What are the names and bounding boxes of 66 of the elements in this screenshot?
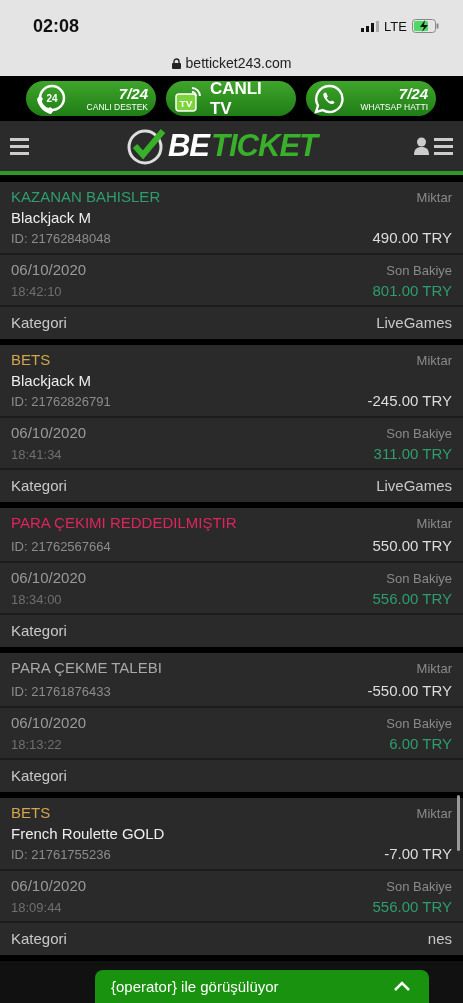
amount-value: -7.00 TRY bbox=[384, 845, 452, 862]
transaction-type: BETS bbox=[11, 351, 51, 368]
network-label: LTE bbox=[384, 18, 407, 34]
menu-icon[interactable] bbox=[434, 137, 453, 155]
transaction-date: 06/10/2020 bbox=[11, 714, 87, 731]
amount-label: Miktar bbox=[416, 661, 452, 676]
game-name: French Roulette GOLD bbox=[11, 825, 166, 842]
category-value: nes bbox=[427, 930, 452, 947]
balance-label: Son Bakiye bbox=[386, 716, 452, 731]
balance-value: 6.00 TRY bbox=[389, 735, 452, 752]
game-name: Blackjack M bbox=[11, 209, 93, 226]
url-text[interactable]: betticket243.com bbox=[185, 55, 292, 71]
balance-value: 556.00 TRY bbox=[372, 898, 452, 915]
balance-label: Son Bakiye bbox=[386, 571, 452, 586]
amount-value: -245.00 TRY bbox=[367, 392, 452, 409]
transaction-time: 18:42:10 bbox=[11, 284, 62, 299]
category-label: Kategori bbox=[11, 477, 67, 494]
balance-value: 801.00 TRY bbox=[372, 282, 452, 299]
lock-icon bbox=[171, 57, 181, 69]
transaction-time: 18:09:44 bbox=[11, 900, 62, 915]
transaction-type: BETS bbox=[11, 804, 51, 821]
transaction-id: ID: 21761876433 bbox=[11, 684, 111, 699]
transaction-date: 06/10/2020 bbox=[11, 877, 87, 894]
clock-time: 02:08 bbox=[33, 15, 81, 37]
game-name: Blackjack M bbox=[11, 372, 93, 389]
transaction-time: 18:41:34 bbox=[11, 447, 62, 462]
live-tv-button[interactable]: TV CANLI TV bbox=[166, 81, 296, 116]
amount-label: Miktar bbox=[416, 190, 452, 205]
whatsapp-button[interactable]: 7/24 WHATSAP HATTI bbox=[306, 81, 436, 116]
amount-label: Miktar bbox=[416, 516, 452, 531]
user-icon[interactable] bbox=[414, 137, 429, 155]
category-label: Kategori bbox=[11, 930, 67, 947]
balance-label: Son Bakiye bbox=[386, 263, 452, 278]
amount-label: Miktar bbox=[416, 806, 452, 821]
transaction-type: PARA ÇEKME TALEBI bbox=[11, 659, 162, 676]
transaction-type: KAZANAN BAHISLER bbox=[11, 188, 161, 205]
transaction-date: 06/10/2020 bbox=[11, 424, 87, 441]
transaction-date: 06/10/2020 bbox=[11, 569, 87, 586]
transaction-id: ID: 21762848048 bbox=[11, 231, 111, 246]
category-label: Kategori bbox=[11, 767, 67, 784]
live-support-button[interactable]: 24 7/24 CANLI DESTEK bbox=[26, 81, 156, 116]
transaction-date: 06/10/2020 bbox=[11, 261, 87, 278]
balance-value: 556.00 TRY bbox=[372, 590, 452, 607]
balance-label: Son Bakiye bbox=[386, 426, 452, 441]
battery-charging-icon bbox=[412, 19, 439, 33]
transaction-time: 18:34:00 bbox=[11, 592, 62, 607]
category-label: Kategori bbox=[11, 314, 67, 331]
category-label: Kategori bbox=[11, 622, 67, 639]
menu-icon[interactable] bbox=[10, 137, 29, 155]
amount-value: 550.00 TRY bbox=[372, 537, 452, 554]
transaction-id: ID: 21762567664 bbox=[11, 539, 111, 554]
transaction-id: ID: 21761755236 bbox=[11, 847, 111, 862]
balance-value: 311.00 TRY bbox=[373, 445, 452, 462]
chevron-up-icon[interactable] bbox=[393, 981, 411, 992]
category-value: LiveGames bbox=[376, 314, 452, 331]
amount-value: -550.00 TRY bbox=[367, 682, 452, 699]
transaction-time: 18:13:22 bbox=[11, 737, 62, 752]
scrollbar[interactable] bbox=[457, 795, 460, 851]
amount-label: Miktar bbox=[416, 353, 452, 368]
category-value: LiveGames bbox=[376, 477, 452, 494]
transaction-id: ID: 21762826791 bbox=[11, 394, 111, 409]
amount-value: 490.00 TRY bbox=[372, 229, 452, 246]
transaction-type: PARA ÇEKIMI REDDEDILMIŞTIR bbox=[11, 514, 237, 531]
whatsapp-icon bbox=[314, 83, 344, 114]
signal-icon bbox=[361, 20, 380, 32]
balance-label: Son Bakiye bbox=[386, 879, 452, 894]
